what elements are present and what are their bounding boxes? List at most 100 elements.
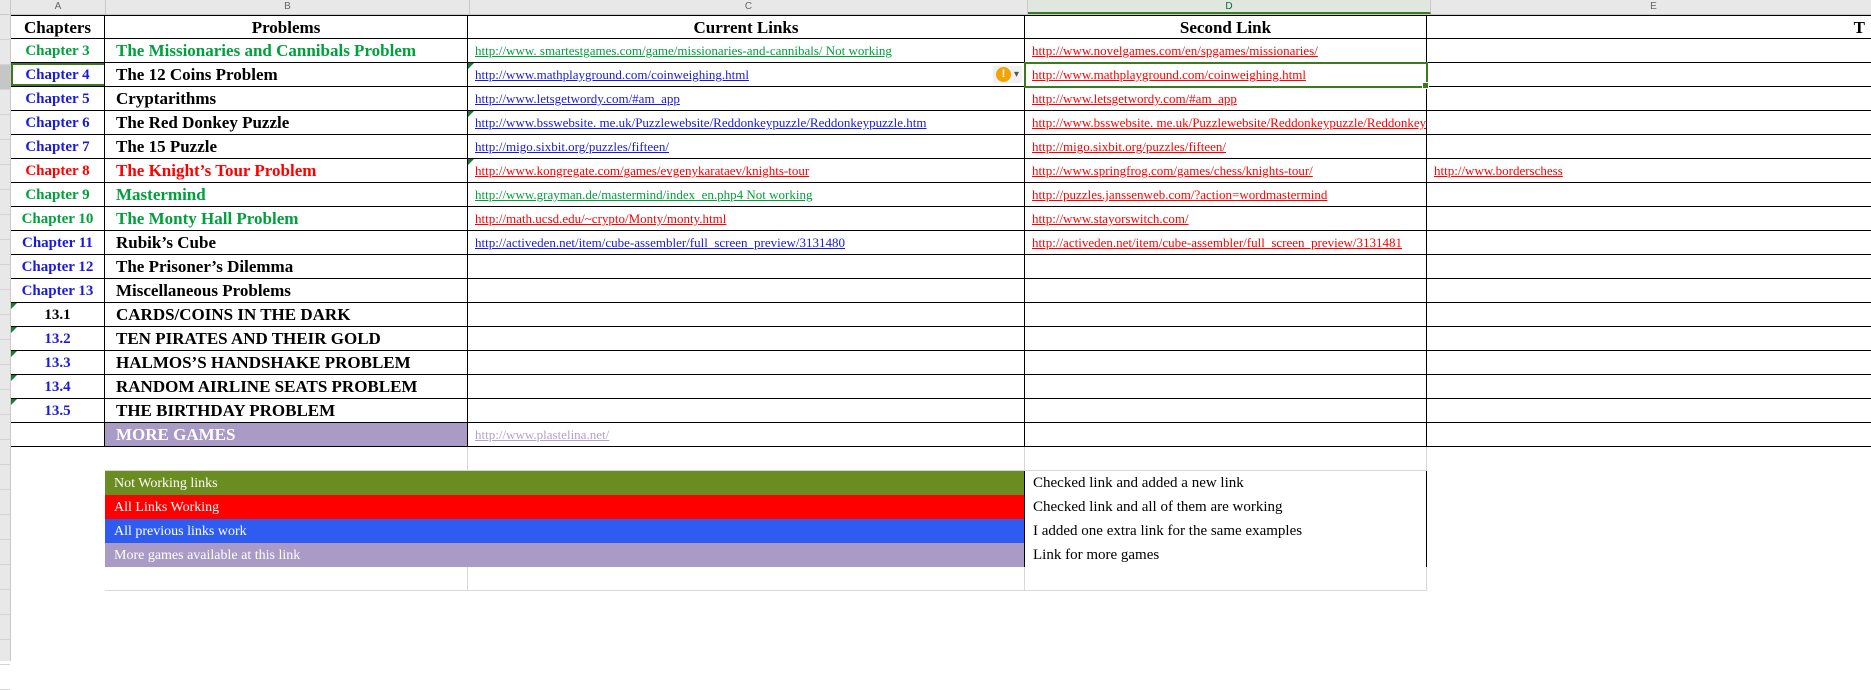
current-link[interactable]: http://activeden.net/item/cube-assembler… xyxy=(471,235,845,250)
blank-cell[interactable] xyxy=(11,447,105,471)
row-header[interactable] xyxy=(0,540,10,565)
row-header[interactable] xyxy=(0,90,10,115)
legend-empty-cell[interactable] xyxy=(11,543,105,567)
cell-current-link[interactable]: http://www.kongregate.com/games/evgenyka… xyxy=(468,159,1025,183)
row-header[interactable] xyxy=(0,390,10,415)
cell-chapter[interactable] xyxy=(11,423,105,447)
row-header[interactable] xyxy=(0,40,10,65)
legend-empty-cell[interactable] xyxy=(11,471,105,495)
row-header[interactable] xyxy=(0,615,10,640)
legend-description-cell[interactable]: Checked link and added a new link xyxy=(1025,471,1427,495)
row-header[interactable] xyxy=(0,290,10,315)
legend-empty-cell[interactable] xyxy=(11,519,105,543)
legend-empty-cell[interactable] xyxy=(1427,495,1871,519)
current-link[interactable]: http://www.plastelina.net/ xyxy=(471,427,609,442)
cell-chapter[interactable]: 13.5 xyxy=(11,399,105,423)
row-header[interactable] xyxy=(0,340,10,365)
cell-current-link[interactable] xyxy=(468,303,1025,327)
cell-third-link[interactable] xyxy=(1427,327,1871,351)
blank-cell[interactable] xyxy=(468,567,1025,591)
row-header[interactable] xyxy=(0,415,10,440)
blank-cell[interactable] xyxy=(1427,567,1871,591)
cell-current-link[interactable]: http://www.letsgetwordy.com/#am_app xyxy=(468,87,1025,111)
cell-second-link[interactable]: http://activeden.net/item/cube-assembler… xyxy=(1025,231,1427,255)
cell-chapter[interactable]: Chapter 4 xyxy=(11,63,105,87)
row-header[interactable] xyxy=(0,190,10,215)
cell-third-link[interactable] xyxy=(1427,39,1871,63)
second-link[interactable]: http://activeden.net/item/cube-assembler… xyxy=(1028,235,1402,250)
cell-chapter[interactable]: Chapter 7 xyxy=(11,135,105,159)
blank-cell[interactable] xyxy=(11,567,105,591)
cell-problem[interactable]: Miscellaneous Problems xyxy=(105,279,468,303)
cell-second-link[interactable]: http://www.stayorswitch.com/ xyxy=(1025,207,1427,231)
legend-swatch-cell[interactable]: More games available at this link xyxy=(105,543,468,567)
cell-problem[interactable]: THE BIRTHDAY PROBLEM xyxy=(105,399,468,423)
cell-problem[interactable]: Rubik’s Cube xyxy=(105,231,468,255)
legend-swatch-cell-continued[interactable] xyxy=(468,471,1025,495)
cell-third-link[interactable]: http://www.borderschess xyxy=(1427,159,1871,183)
row-header[interactable] xyxy=(0,665,10,690)
selection-fill-handle[interactable] xyxy=(1422,82,1429,89)
header-cell-problems[interactable]: Problems xyxy=(105,15,468,39)
cell-chapter[interactable]: Chapter 13 xyxy=(11,279,105,303)
cell-second-link[interactable] xyxy=(1025,255,1427,279)
cell-current-link[interactable]: http://math.ucsd.edu/~crypto/Monty/monty… xyxy=(468,207,1025,231)
cell-third-link[interactable] xyxy=(1427,87,1871,111)
header-cell-third-link[interactable]: T xyxy=(1427,15,1871,39)
cell-problem[interactable]: The Missionaries and Cannibals Problem xyxy=(105,39,468,63)
cell-problem[interactable]: The 15 Puzzle xyxy=(105,135,468,159)
blank-cell[interactable] xyxy=(468,447,1025,471)
blank-cell[interactable] xyxy=(105,567,468,591)
cell-chapter[interactable]: 13.1 xyxy=(11,303,105,327)
second-link[interactable]: http://puzzles.janssenweb.com/?action=wo… xyxy=(1028,187,1327,202)
column-header-e[interactable]: E xyxy=(1431,0,1871,14)
legend-swatch-cell-continued[interactable] xyxy=(468,495,1025,519)
cell-third-link[interactable] xyxy=(1427,63,1871,87)
column-header-c[interactable]: C xyxy=(470,0,1028,14)
select-all-corner[interactable] xyxy=(0,0,11,14)
second-link[interactable]: http://www.letsgetwordy.com/#am_app xyxy=(1028,91,1237,106)
legend-swatch-cell[interactable]: All Links Working xyxy=(105,495,468,519)
cell-third-link[interactable] xyxy=(1427,231,1871,255)
cell-chapter[interactable]: 13.4 xyxy=(11,375,105,399)
row-header[interactable] xyxy=(0,140,10,165)
cell-problem[interactable]: The Red Donkey Puzzle xyxy=(105,111,468,135)
cell-second-link[interactable]: http://www.letsgetwordy.com/#am_app xyxy=(1025,87,1427,111)
cell-problem[interactable]: The Knight’s Tour Problem xyxy=(105,159,468,183)
cell-current-link[interactable]: http://www.bsswebsite. me.uk/Puzzlewebsi… xyxy=(468,111,1025,135)
cell-third-link[interactable] xyxy=(1427,255,1871,279)
header-cell-second-link[interactable]: Second Link xyxy=(1025,15,1427,39)
cell-current-link[interactable]: http://www.grayman.de/mastermind/index_e… xyxy=(468,183,1025,207)
blank-cell[interactable] xyxy=(1025,447,1427,471)
legend-empty-cell[interactable] xyxy=(1427,543,1871,567)
cell-second-link[interactable]: http://www.bsswebsite. me.uk/Puzzlewebsi… xyxy=(1025,111,1484,135)
cell-chapter[interactable]: Chapter 3 xyxy=(11,39,105,63)
cell-current-link[interactable]: http://www. smartestgames.com/game/missi… xyxy=(468,39,1025,63)
row-header[interactable] xyxy=(0,165,10,190)
row-header[interactable] xyxy=(0,465,10,490)
chevron-down-icon[interactable]: ▾ xyxy=(1014,69,1019,80)
header-cell-current-links[interactable]: Current Links xyxy=(468,15,1025,39)
row-header[interactable] xyxy=(0,640,10,665)
row-header[interactable] xyxy=(0,365,10,390)
cell-third-link[interactable] xyxy=(1427,399,1871,423)
cell-current-link[interactable] xyxy=(468,255,1025,279)
warning-icon[interactable]: ! xyxy=(995,67,1011,82)
cell-chapter[interactable]: Chapter 6 xyxy=(11,111,105,135)
cell-second-link[interactable]: http://puzzles.janssenweb.com/?action=wo… xyxy=(1025,183,1427,207)
cell-second-link[interactable] xyxy=(1025,351,1427,375)
legend-empty-cell[interactable] xyxy=(1427,471,1871,495)
column-header-a[interactable]: A xyxy=(11,0,106,14)
second-link[interactable]: http://www.bsswebsite. me.uk/Puzzlewebsi… xyxy=(1028,115,1484,130)
row-header[interactable] xyxy=(0,240,10,265)
cell-chapter[interactable]: Chapter 11 xyxy=(11,231,105,255)
cell-third-link[interactable] xyxy=(1427,135,1871,159)
cell-chapter[interactable]: Chapter 12 xyxy=(11,255,105,279)
cell-current-link[interactable] xyxy=(468,279,1025,303)
legend-empty-cell[interactable] xyxy=(1427,519,1871,543)
row-header[interactable] xyxy=(0,265,10,290)
cell-chapter[interactable]: Chapter 5 xyxy=(11,87,105,111)
cell-problem[interactable]: The Monty Hall Problem xyxy=(105,207,468,231)
cell-current-link[interactable]: http://activeden.net/item/cube-assembler… xyxy=(468,231,1025,255)
cell-problem[interactable]: CARDS/COINS IN THE DARK xyxy=(105,303,468,327)
